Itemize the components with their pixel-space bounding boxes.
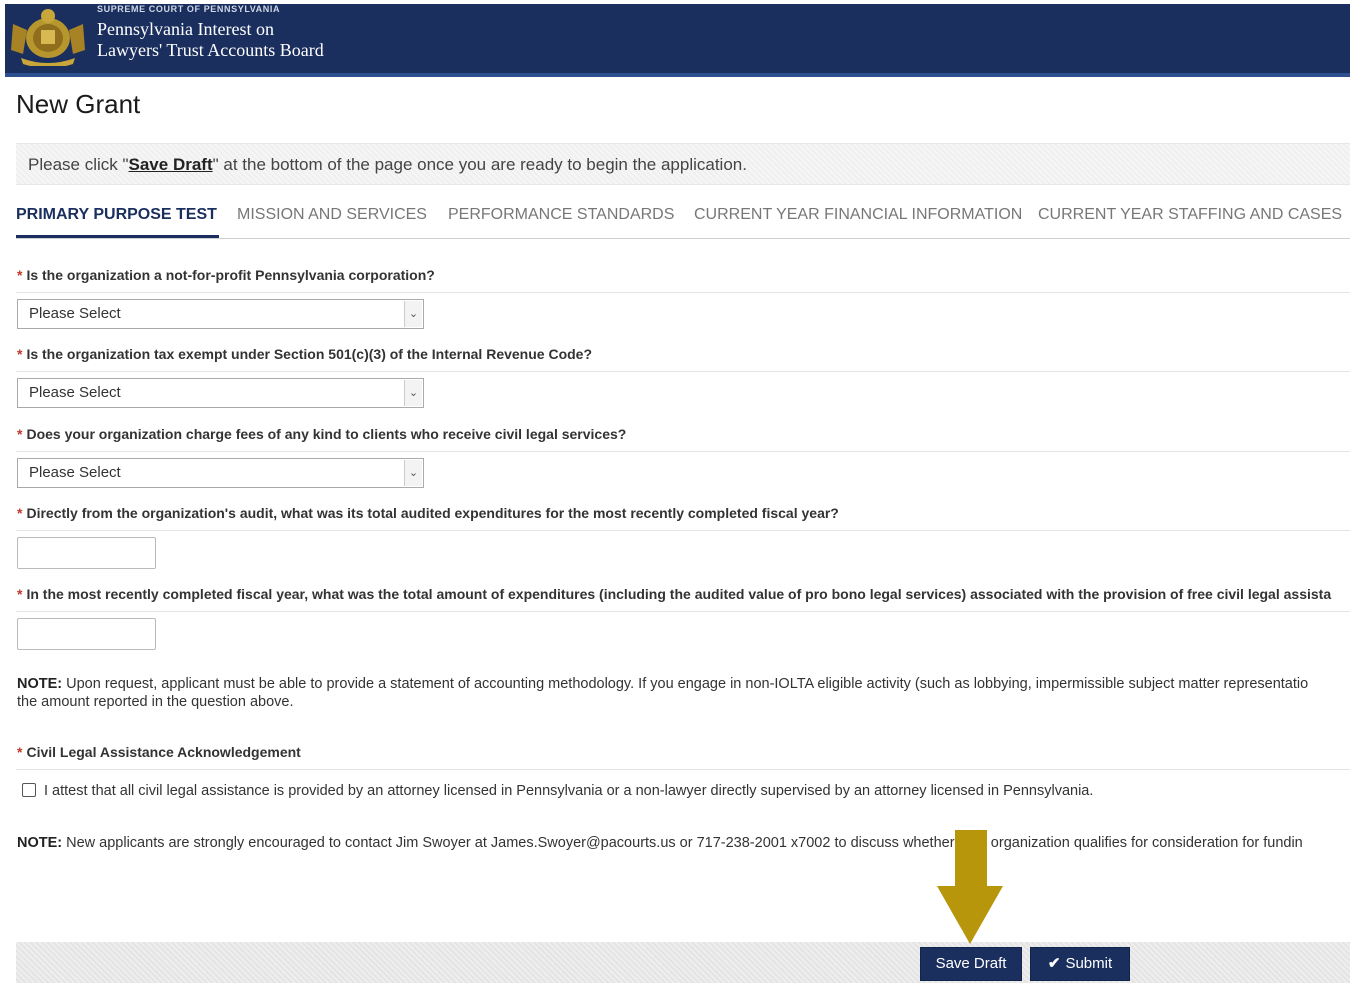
note-label: NOTE: bbox=[17, 835, 63, 851]
question-label: Is the organization tax exempt under Sec… bbox=[26, 346, 593, 362]
required-marker: * bbox=[17, 505, 23, 521]
tax-exempt-select[interactable]: Please Select ⌄ bbox=[17, 378, 424, 408]
divider bbox=[16, 371, 1350, 372]
pennsylvania-seal-icon[interactable] bbox=[7, 4, 89, 66]
question-civil-legal-acknowledgement: * Civil Legal Assistance Acknowledgement bbox=[17, 744, 1350, 760]
divider bbox=[16, 530, 1350, 531]
save-draft-button[interactable]: Save Draft bbox=[920, 947, 1022, 981]
site-header: SUPREME COURT OF PENNSYLVANIA Pennsylvan… bbox=[5, 4, 1350, 77]
chevron-down-icon[interactable]: ⌄ bbox=[404, 460, 422, 486]
note-text: New applicants are strongly encouraged t… bbox=[62, 835, 1303, 851]
required-marker: * bbox=[17, 744, 23, 760]
question-nonprofit-corporation: * Is the organization a not-for-profit Pe… bbox=[17, 267, 1350, 283]
required-marker: * bbox=[17, 346, 23, 362]
note-line: the amount reported in the question abov… bbox=[17, 694, 294, 710]
notice-text-after: " at the bottom of the page once you are… bbox=[212, 155, 747, 174]
question-audited-expenditures: * Directly from the organization's audit,… bbox=[17, 505, 1350, 521]
question-label: Civil Legal Assistance Acknowledgement bbox=[26, 744, 301, 760]
new-applicants-note: NOTE: New applicants are strongly encour… bbox=[17, 834, 1350, 852]
select-value: Please Select bbox=[29, 305, 121, 322]
charge-fees-select[interactable]: Please Select ⌄ bbox=[17, 458, 424, 488]
form-footer bbox=[16, 942, 1350, 983]
question-civil-legal-expenditures: * In the most recently completed fiscal y… bbox=[17, 586, 1350, 602]
divider bbox=[16, 611, 1350, 612]
required-marker: * bbox=[17, 267, 23, 283]
court-name: SUPREME COURT OF PENNSYLVANIA bbox=[97, 4, 281, 14]
select-value: Please Select bbox=[29, 464, 121, 481]
accounting-methodology-note: NOTE: Upon request, applicant must be ab… bbox=[17, 675, 1350, 711]
divider bbox=[16, 451, 1350, 452]
chevron-down-icon[interactable]: ⌄ bbox=[404, 380, 422, 406]
tab-performance-standards[interactable]: PERFORMANCE STANDARDS bbox=[448, 206, 674, 224]
note-text: Upon request, applicant must be able to … bbox=[62, 676, 1309, 692]
save-draft-reference: Save Draft bbox=[128, 155, 213, 174]
required-marker: * bbox=[17, 426, 23, 442]
chevron-down-icon[interactable]: ⌄ bbox=[404, 301, 422, 327]
tab-mission-and-services[interactable]: MISSION AND SERVICES bbox=[237, 206, 427, 224]
attest-checkbox[interactable] bbox=[22, 783, 36, 797]
note-line: NOTE: Upon request, applicant must be ab… bbox=[17, 675, 1350, 693]
notice-text-before: Please click " bbox=[28, 155, 129, 174]
divider bbox=[16, 769, 1350, 770]
active-tab-indicator bbox=[16, 235, 219, 238]
question-charge-fees: * Does your organization charge fees of a… bbox=[17, 426, 1350, 442]
question-tax-exempt: * Is the organization tax exempt under Se… bbox=[17, 346, 1350, 362]
required-marker: * bbox=[17, 586, 23, 602]
attest-row: I attest that all civil legal assistance… bbox=[22, 783, 1093, 799]
question-label: Is the organization a not-for-profit Pen… bbox=[26, 267, 435, 283]
board-name-line1[interactable]: Pennsylvania Interest on bbox=[97, 19, 274, 40]
annotation-arrow-icon bbox=[937, 830, 1003, 944]
note-label: NOTE: bbox=[17, 676, 63, 692]
nonprofit-corporation-select[interactable]: Please Select ⌄ bbox=[17, 299, 424, 329]
question-label: In the most recently completed fiscal ye… bbox=[26, 586, 1332, 602]
audited-expenditures-input[interactable] bbox=[17, 537, 156, 569]
tab-primary-purpose-test[interactable]: PRIMARY PURPOSE TEST bbox=[16, 206, 217, 224]
submit-label: Submit bbox=[1065, 955, 1113, 972]
question-label: Does your organization charge fees of an… bbox=[26, 426, 627, 442]
select-value: Please Select bbox=[29, 384, 121, 401]
civil-legal-expenditures-input[interactable] bbox=[17, 618, 156, 650]
attest-label[interactable]: I attest that all civil legal assistance… bbox=[44, 783, 1093, 799]
instruction-notice: Please click "Save Draft" at the bottom … bbox=[16, 143, 1350, 185]
board-name-line2[interactable]: Lawyers' Trust Accounts Board bbox=[97, 40, 324, 61]
checkmark-icon: ✔ bbox=[1047, 955, 1061, 972]
section-tabs: PRIMARY PURPOSE TEST MISSION AND SERVICE… bbox=[16, 196, 1350, 239]
tab-current-year-staffing-and-cases[interactable]: CURRENT YEAR STAFFING AND CASES bbox=[1038, 206, 1342, 224]
page-title: New Grant bbox=[16, 89, 141, 119]
divider bbox=[16, 292, 1350, 293]
tab-current-year-financial-information[interactable]: CURRENT YEAR FINANCIAL INFORMATION bbox=[694, 206, 1022, 224]
submit-button[interactable]: ✔ Submit bbox=[1030, 947, 1130, 981]
question-label: Directly from the organization's audit, … bbox=[26, 505, 839, 521]
